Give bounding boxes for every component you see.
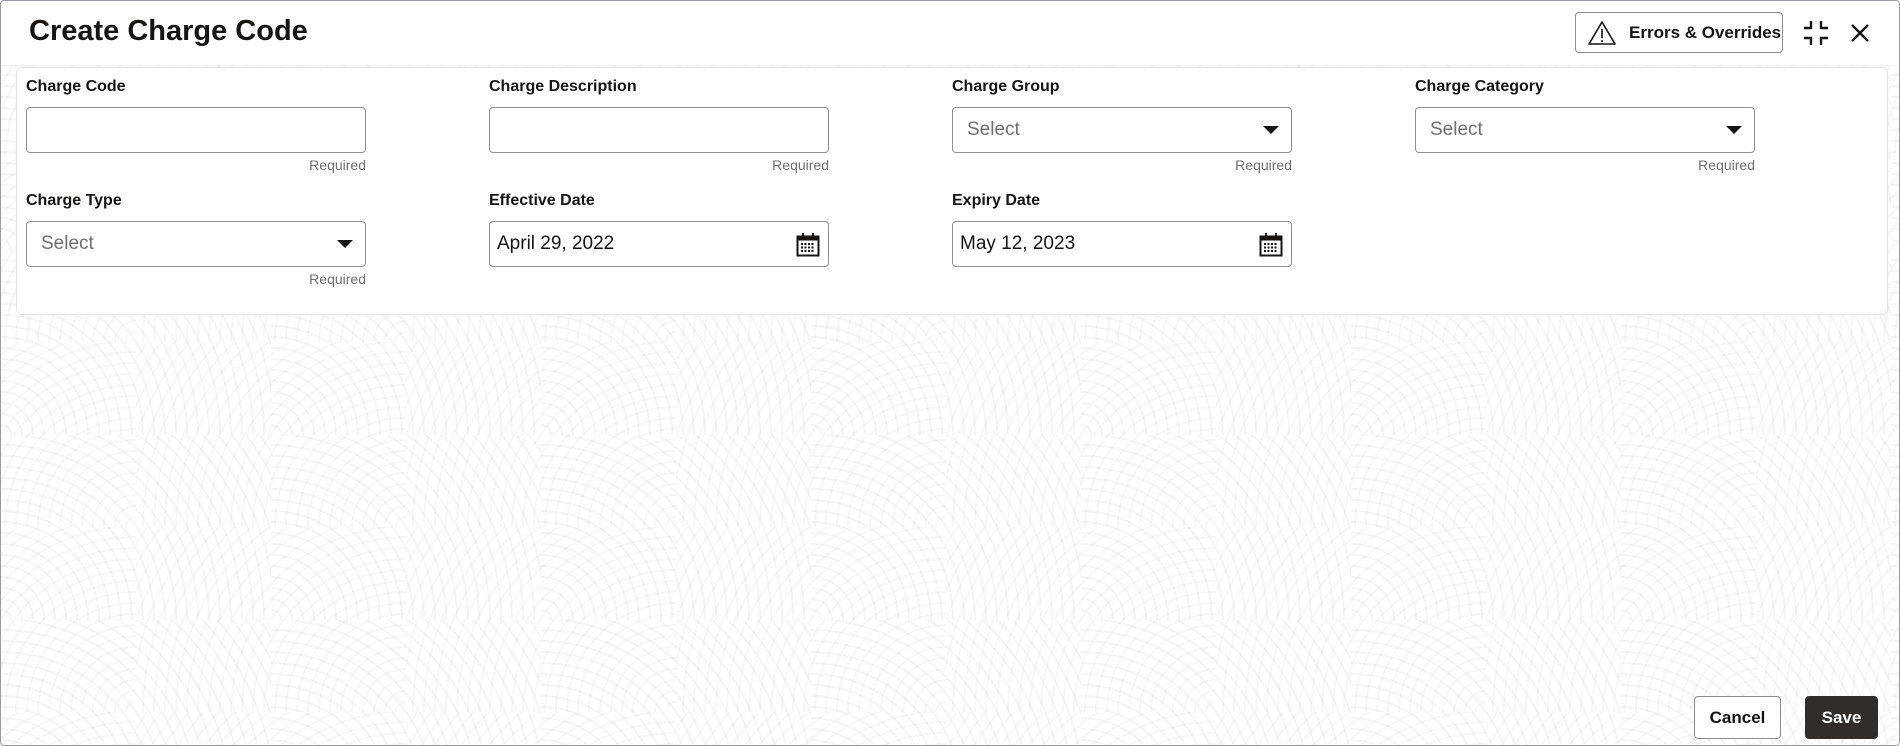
charge-code-required: Required (309, 157, 366, 173)
charge-code-label: Charge Code (26, 78, 126, 95)
close-icon[interactable] (1845, 18, 1875, 48)
chevron-down-icon (337, 240, 353, 248)
save-button[interactable]: Save (1805, 696, 1878, 739)
form-panel: Charge Code Required Charge Description … (16, 67, 1888, 315)
effective-date-field: Effective Date April 29, 2022 (489, 192, 829, 267)
chevron-down-icon (1263, 126, 1279, 134)
effective-date-input[interactable]: April 29, 2022 (489, 221, 829, 267)
effective-date-label: Effective Date (489, 192, 595, 209)
calendar-icon[interactable] (1258, 232, 1284, 258)
charge-category-label: Charge Category (1415, 78, 1544, 95)
calendar-icon[interactable] (795, 232, 821, 258)
charge-code-input[interactable] (26, 107, 366, 153)
errors-overrides-button[interactable]: Errors & Overrides (1575, 12, 1783, 53)
chevron-down-icon (1726, 126, 1742, 134)
expiry-date-value: May 12, 2023 (960, 233, 1076, 254)
charge-category-placeholder: Select (1430, 119, 1483, 140)
charge-description-label: Charge Description (489, 78, 637, 95)
charge-type-field: Charge Type Select Required (26, 192, 366, 287)
charge-type-placeholder: Select (41, 233, 94, 254)
charge-category-select[interactable]: Select (1415, 107, 1755, 153)
charge-code-field: Charge Code Required (26, 78, 366, 173)
charge-group-label: Charge Group (952, 78, 1060, 95)
charge-group-select[interactable]: Select (952, 107, 1292, 153)
charge-group-placeholder: Select (967, 119, 1020, 140)
errors-overrides-label: Errors & Overrides (1629, 22, 1782, 42)
charge-group-field: Charge Group Select Required (952, 78, 1292, 173)
charge-type-select[interactable]: Select (26, 221, 366, 267)
expiry-date-field: Expiry Date May 12, 2023 (952, 192, 1292, 267)
expiry-date-input[interactable]: May 12, 2023 (952, 221, 1292, 267)
charge-type-label: Charge Type (26, 192, 122, 209)
header: Create Charge Code Errors & Overrides (1, 1, 1899, 66)
charge-type-required: Required (309, 271, 366, 287)
charge-group-required: Required (1235, 157, 1292, 173)
cancel-button[interactable]: Cancel (1694, 696, 1781, 739)
warning-triangle-icon (1588, 20, 1616, 45)
effective-date-value: April 29, 2022 (497, 233, 615, 254)
charge-description-required: Required (772, 157, 829, 173)
charge-category-required: Required (1698, 157, 1755, 173)
page-title: Create Charge Code (29, 15, 308, 47)
expiry-date-label: Expiry Date (952, 192, 1041, 209)
compress-icon[interactable] (1801, 18, 1831, 48)
create-charge-code-window: Create Charge Code Errors & Overrides Ch… (0, 0, 1900, 746)
charge-description-input[interactable] (489, 107, 829, 153)
charge-description-field: Charge Description Required (489, 78, 829, 173)
charge-category-field: Charge Category Select Required (1415, 78, 1755, 173)
